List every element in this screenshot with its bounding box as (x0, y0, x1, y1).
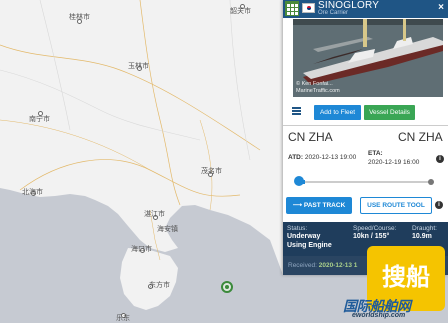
vessel-details-button[interactable]: Vessel Details (364, 105, 415, 120)
city-label: 海口市 (131, 245, 152, 253)
divider (283, 125, 448, 126)
ship-position-icon[interactable] (221, 281, 233, 293)
add-to-fleet-button[interactable]: Add to Fleet (314, 105, 361, 120)
atd-label: ATD: (288, 154, 304, 161)
close-icon[interactable]: × (438, 2, 444, 13)
past-track-button[interactable]: ⟶ PAST TRACK (286, 197, 352, 214)
flag-icon (302, 3, 315, 13)
city-label: 南宁市 (29, 115, 50, 123)
grid-menu-icon[interactable] (285, 1, 299, 16)
status-column: Status: Underway Using Engine (287, 225, 332, 249)
eta-label: ETA: (368, 150, 383, 157)
watermark-url: eworldship.com (352, 312, 406, 319)
city-label: 玉林市 (128, 62, 149, 70)
voyage-progress-track (298, 181, 432, 183)
photo-credit: © Ken Fonfai... MarineTraffic.com (296, 81, 340, 94)
city-label: 韶关市 (230, 7, 251, 15)
atd-value: 2020-12-13 19:00 (304, 154, 357, 161)
voyage-progress-end-icon (428, 179, 434, 185)
info-icon[interactable]: i (435, 201, 443, 209)
track-icon: ⟶ (292, 202, 304, 209)
ship-type: Ore Carrier (318, 10, 349, 16)
watermark-logo-text: 搜船 (382, 263, 430, 291)
departure-port[interactable]: CN ZHA (288, 130, 333, 144)
arrival-port[interactable]: CN ZHA (398, 130, 443, 144)
city-label: 乐东 (116, 314, 130, 322)
city-label: 东方市 (149, 281, 170, 289)
eta-value: 2020-12-19 16:00 (368, 159, 420, 166)
voyage-progress-start-icon (294, 176, 304, 186)
city-label: 湛江市 (144, 210, 165, 218)
city-label: 茂名市 (201, 167, 222, 175)
panel-header: SINOGLORY Ore Carrier × (283, 0, 448, 18)
city-label: 桂林市 (69, 13, 90, 21)
draught-column: Draught: 10.9m (412, 225, 437, 240)
route-tool-button[interactable]: USE ROUTE TOOL (360, 197, 432, 214)
speed-column: Speed/Course: 10kn / 155° (353, 225, 397, 240)
atd: ATD: 2020-12-13 19:00 (288, 154, 356, 161)
info-icon[interactable]: i (436, 155, 444, 163)
city-label: 北海市 (22, 188, 43, 196)
vessel-photo[interactable]: © Ken Fonfai... MarineTraffic.com (293, 19, 443, 97)
city-label: 海安镇 (157, 225, 178, 233)
hamburger-menu-icon[interactable] (292, 107, 301, 115)
